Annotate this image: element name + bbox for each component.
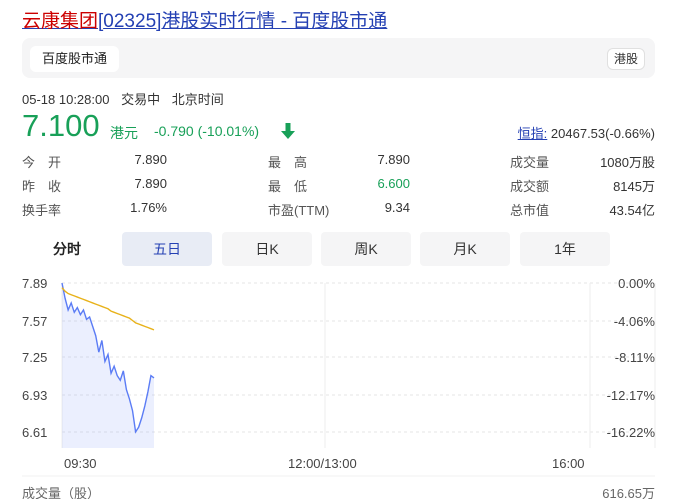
stat-value-low: 6.600 <box>377 176 410 191</box>
stat-label-low: 最 低 <box>268 179 308 194</box>
y-tick-right: 0.00% <box>618 276 655 291</box>
y-tick-left: 7.89 <box>22 276 48 291</box>
tab-weekly-k[interactable]: 周K <box>321 232 411 266</box>
tab-intraday[interactable]: 分时 <box>22 232 112 266</box>
quote-meta: 05-18 10:28:00 交易中 北京时间 <box>22 89 232 108</box>
y-tick-right: -16.22% <box>606 425 655 440</box>
tab-baidu-stock[interactable]: 百度股市通 <box>30 46 120 72</box>
y-tick-left: 7.25 <box>22 350 48 365</box>
stock-name: 云康集团 <box>22 11 99 32</box>
hsi-index[interactable]: 恒指: 20467.53(-0.66%) <box>518 123 655 142</box>
tab-daily-k[interactable]: 日K <box>222 232 312 266</box>
x-tick: 16:00 <box>552 456 585 471</box>
stat-value-turnover: 8145万 <box>613 179 655 194</box>
x-tick: 12:00/13:00 <box>288 456 357 471</box>
period-tabs: 分时 五日 日K 周K 月K 1年 <box>22 232 610 266</box>
tab-five-day[interactable]: 五日 <box>122 232 212 266</box>
stat-label-pe: 市盈(TTM) <box>268 203 330 218</box>
arrow-down-icon <box>281 123 295 139</box>
quote-datetime: 05-18 10:28:00 <box>22 92 110 107</box>
stat-label-open: 今 开 <box>22 155 62 170</box>
timezone-label: 北京时间 <box>171 92 224 107</box>
y-tick-right: -8.11% <box>614 350 655 365</box>
y-tick-left: 6.61 <box>22 425 48 440</box>
stat-label-prev-close: 昨 收 <box>22 179 62 194</box>
stock-code: 02325 <box>103 11 157 32</box>
y-tick-left: 7.57 <box>22 314 48 329</box>
intraday-chart[interactable]: 7.89 7.57 7.25 6.93 6.61 0.00% -4.06% -8… <box>0 268 677 499</box>
title-link[interactable]: 云康集团[02325]港股实时行情 - 百度股市通 <box>22 11 387 32</box>
price-change: -0.790 (-10.01%) <box>154 123 260 139</box>
stat-value-market-cap: 43.54亿 <box>609 203 655 218</box>
volume-value: 616.65万 <box>602 486 655 499</box>
stat-label-turnover-rate: 换手率 <box>22 203 62 218</box>
y-tick-right: -4.06% <box>613 314 655 329</box>
stats-row: 昨 收 7.890 最 低 6.600 成交额 8145万 <box>22 174 655 198</box>
market-badge: 港股 <box>606 48 645 70</box>
stat-value-high: 7.890 <box>377 152 410 167</box>
current-price: 7.100 <box>22 108 100 143</box>
stat-value-volume: 1080万股 <box>600 155 655 170</box>
y-tick-right: -12.17% <box>606 388 655 403</box>
stats-grid: 今 开 7.890 最 高 7.890 成交量 1080万股 昨 收 7.890… <box>22 150 655 222</box>
stat-value-turnover-rate: 1.76% <box>130 200 167 215</box>
tab-one-year[interactable]: 1年 <box>520 232 610 266</box>
stats-row: 今 开 7.890 最 高 7.890 成交量 1080万股 <box>22 150 655 174</box>
price-row: 7.100 港元 -0.790 (-10.01%) 恒指: 20467.53(-… <box>22 108 655 148</box>
stat-value-prev-close: 7.890 <box>134 176 167 191</box>
stat-label-turnover: 成交额 <box>510 179 550 194</box>
hsi-index-label[interactable]: 恒指: <box>518 126 548 141</box>
stat-label-volume: 成交量 <box>510 155 550 170</box>
stat-value-open: 7.890 <box>134 152 167 167</box>
x-tick: 09:30 <box>64 456 97 471</box>
hsi-index-value: 20467.53(-0.66%) <box>550 126 655 141</box>
price-unit: 港元 <box>110 125 138 141</box>
stat-label-market-cap: 总市值 <box>510 203 550 218</box>
tab-monthly-k[interactable]: 月K <box>420 232 510 266</box>
volume-label: 成交量（股） <box>22 486 101 499</box>
stats-row: 换手率 1.76% 市盈(TTM) 9.34 总市值 43.54亿 <box>22 198 655 222</box>
trading-status: 交易中 <box>121 92 161 107</box>
title-rest: 港股实时行情 - 百度股市通 <box>161 11 388 32</box>
source-tabbar: 百度股市通 港股 <box>22 38 655 78</box>
page-title[interactable]: 云康集团[02325]港股实时行情 - 百度股市通 <box>22 6 387 33</box>
stat-value-pe: 9.34 <box>384 200 410 215</box>
stat-label-high: 最 高 <box>268 155 308 170</box>
y-tick-left: 6.93 <box>22 388 48 403</box>
